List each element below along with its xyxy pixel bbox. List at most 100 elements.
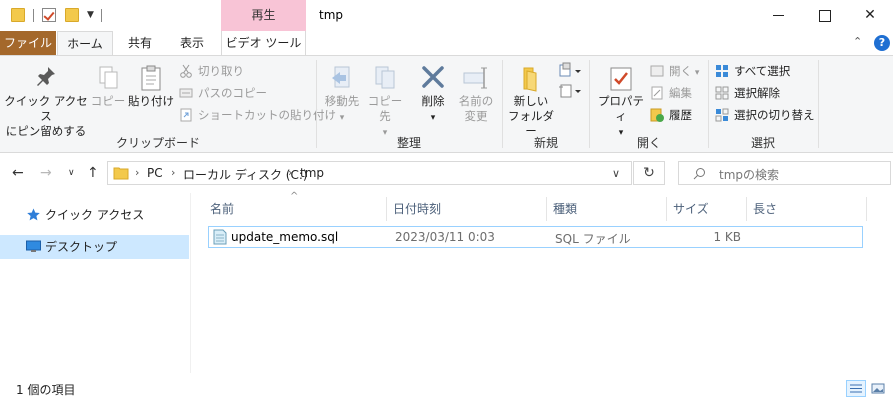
select-group-label: 選択 — [750, 136, 775, 150]
help-icon[interactable]: ? — [874, 35, 890, 51]
recent-locations-chevron-icon[interactable]: ∨ — [68, 168, 75, 178]
customize-toolbar-icon[interactable]: ▼ — [87, 10, 94, 20]
copy-path-button[interactable]: パスのコピー — [179, 84, 267, 102]
copy-to-button[interactable]: コピー先 ▾ — [363, 64, 407, 141]
pane-splitter[interactable] — [190, 193, 191, 373]
back-arrow-icon[interactable]: ← — [12, 165, 24, 181]
folder-icon — [11, 8, 25, 22]
nav-item-desktop[interactable]: デスクトップ — [0, 235, 189, 259]
breadcrumb-separator-icon[interactable]: › — [288, 166, 292, 179]
move-to-button[interactable]: 移動先 ▾ — [320, 64, 364, 126]
tab-share[interactable]: 共有 — [114, 31, 166, 55]
column-header-type[interactable]: 種類 — [547, 197, 667, 221]
paste-shortcut-button[interactable]: ショートカットの貼り付け — [179, 106, 336, 124]
title-bar: ▼ 再生 tmp ✕ — [0, 0, 893, 32]
address-row: ← → ∨ ↑ › PC › ローカル ディスク (C:) › tmp ∨ ↻ … — [0, 153, 893, 193]
ribbon: クイック アクセス にピン留めする コピー 貼り付け 切り取り パスのコピー シ… — [0, 55, 893, 153]
select-all-button[interactable]: すべて選択 — [715, 62, 790, 80]
copy-button[interactable]: コピー — [90, 64, 126, 109]
nav-item-quick-access[interactable]: クイック アクセス — [0, 203, 189, 227]
copy-to-icon — [375, 66, 395, 89]
history-button[interactable]: 履歴 — [650, 106, 692, 124]
search-placeholder: tmpの検索 — [719, 168, 780, 182]
properties-check-icon — [610, 67, 632, 91]
properties-button[interactable]: プロパティ ▾ — [595, 64, 647, 141]
clipboard-group-label: クリップボード — [115, 136, 200, 150]
pin-quick-access-button[interactable]: クイック アクセス にピン留めする — [4, 64, 88, 139]
copy-icon — [99, 66, 118, 89]
refresh-icon[interactable]: ↻ — [633, 161, 665, 185]
search-icon — [693, 168, 705, 180]
history-icon — [650, 108, 664, 122]
breadcrumb-pc[interactable]: PC — [147, 166, 163, 180]
paste-label: 貼り付け — [128, 94, 174, 108]
rename-icon — [463, 67, 487, 89]
easy-access-button[interactable] — [557, 82, 583, 100]
details-view-button[interactable] — [846, 380, 866, 397]
column-header-name[interactable]: 名前 — [204, 197, 387, 221]
column-header-row: 名前 日付時刻 種類 サイズ 長さ — [204, 197, 868, 221]
file-type: SQL ファイル — [555, 232, 631, 246]
breadcrumb-separator-icon[interactable]: › — [135, 166, 139, 179]
cut-button[interactable]: 切り取り — [179, 62, 244, 80]
tab-view[interactable]: 表示 — [166, 31, 218, 55]
copy-path-icon — [179, 88, 193, 98]
tab-file[interactable]: ファイル — [0, 31, 56, 55]
open-icon — [650, 65, 664, 77]
tab-video-tools[interactable]: ビデオ ツール — [221, 31, 306, 55]
star-icon — [27, 208, 40, 221]
new-item-button[interactable] — [557, 62, 583, 80]
column-header-date[interactable]: 日付時刻 — [387, 197, 547, 221]
column-header-size[interactable]: サイズ — [667, 197, 747, 221]
table-row[interactable]: update_memo.sql 2023/03/11 0:03 SQL ファイル… — [208, 226, 863, 248]
forward-arrow-icon[interactable]: → — [40, 165, 52, 181]
select-none-icon — [715, 86, 729, 100]
edit-button[interactable]: 編集 — [650, 84, 692, 102]
tab-home[interactable]: ホーム — [57, 31, 113, 55]
scissors-icon — [180, 64, 192, 78]
address-bar[interactable]: › PC › ローカル ディスク (C:) › tmp ∨ — [107, 161, 632, 185]
cut-label: 切り取り — [198, 64, 244, 78]
nav-item-label: デスクトップ — [45, 240, 118, 254]
new-folder-quick-icon[interactable] — [65, 8, 79, 22]
close-button[interactable]: ✕ — [847, 0, 893, 31]
up-arrow-icon[interactable]: ↑ — [87, 165, 99, 181]
minimize-button[interactable] — [755, 0, 801, 31]
invert-selection-button[interactable]: 選択の切り替え — [715, 106, 815, 124]
select-none-button[interactable]: 選択解除 — [715, 84, 780, 102]
maximize-button[interactable] — [801, 0, 847, 31]
select-all-label: すべて選択 — [734, 64, 791, 78]
search-input[interactable]: tmpの検索 — [678, 161, 891, 185]
rename-button[interactable]: 名前の 変更 — [455, 64, 497, 124]
copy-to-label: コピー先 — [367, 94, 403, 123]
clipboard-icon — [141, 65, 161, 91]
file-name: update_memo.sql — [231, 230, 339, 244]
move-to-icon — [332, 66, 350, 88]
paste-shortcut-icon — [180, 108, 192, 122]
delete-label: 削除 — [421, 94, 445, 108]
file-date: 2023/03/11 0:03 — [395, 230, 495, 244]
copy-label: コピー — [90, 94, 126, 108]
pin-label-1: クイック アクセス — [4, 94, 88, 123]
address-history-chevron-icon[interactable]: ∨ — [612, 167, 620, 180]
new-folder-button[interactable]: 新しい フォルダー — [506, 64, 556, 139]
paste-button[interactable]: 貼り付け — [128, 64, 174, 109]
breadcrumb-tmp[interactable]: tmp — [300, 166, 324, 180]
folder-icon — [113, 167, 129, 180]
select-all-icon — [716, 65, 728, 77]
properties-quick-icon[interactable] — [42, 8, 56, 22]
large-icons-view-icon — [871, 383, 885, 394]
open-label: 開く — [669, 64, 692, 78]
group-separator — [818, 60, 819, 148]
file-size: 1 KB — [713, 230, 741, 244]
large-icons-view-button[interactable] — [868, 380, 888, 397]
column-header-length[interactable]: 長さ — [747, 197, 867, 221]
select-none-label: 選択解除 — [734, 86, 780, 100]
open-button[interactable]: 開く ▾ — [650, 62, 699, 80]
new-folder-label-1: 新しい — [513, 94, 549, 108]
breadcrumb-separator-icon[interactable]: › — [171, 166, 175, 179]
open-group-label: 開く — [636, 136, 661, 150]
delete-button[interactable]: 削除 ▾ — [414, 64, 452, 126]
move-to-label: 移動先 — [324, 94, 360, 108]
collapse-ribbon-icon[interactable]: ⌃ — [853, 35, 862, 48]
